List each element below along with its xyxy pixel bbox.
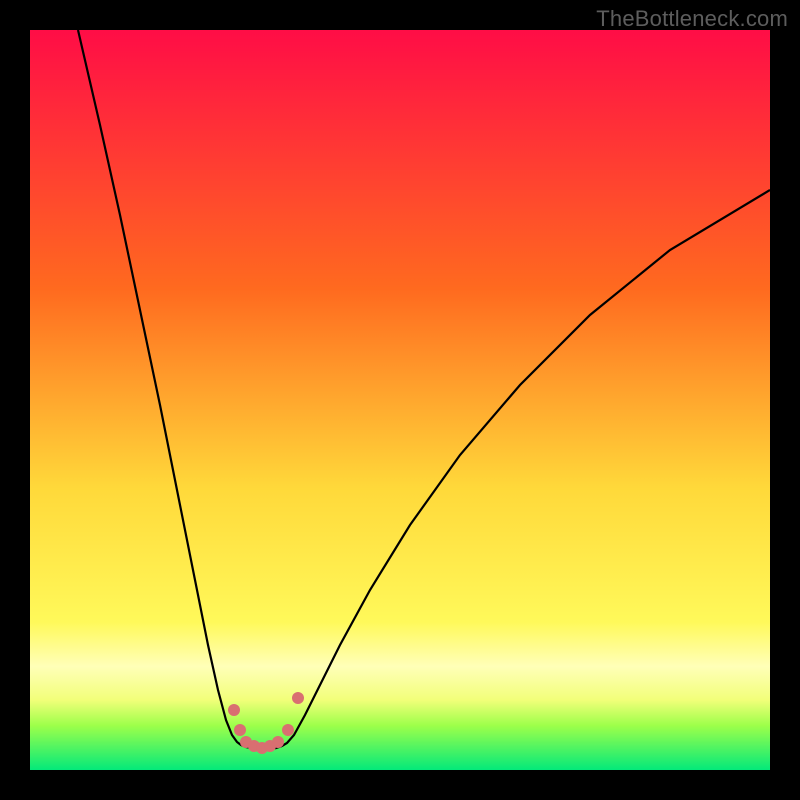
valley-markers: [30, 30, 770, 770]
valley-marker: [234, 724, 246, 736]
valley-marker: [272, 736, 284, 748]
valley-marker: [228, 704, 240, 716]
plot-area: [30, 30, 770, 770]
valley-marker: [282, 724, 294, 736]
valley-marker: [292, 692, 304, 704]
chart-frame: { "watermark": "TheBottleneck.com", "col…: [0, 0, 800, 800]
watermark-text: TheBottleneck.com: [596, 6, 788, 32]
